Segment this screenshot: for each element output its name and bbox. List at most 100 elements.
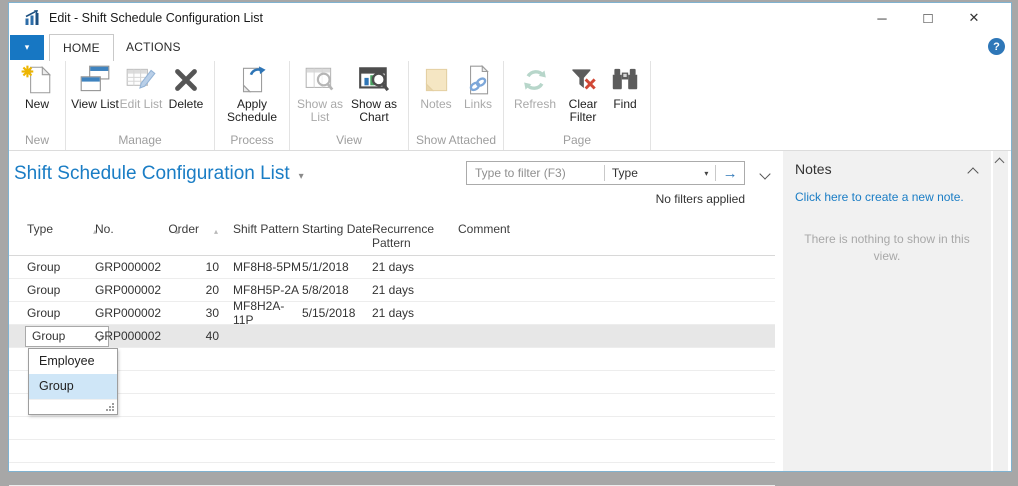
cell-recurrence: 21 days [372,283,415,297]
filter-status: No filters applied [655,192,745,206]
sort-ascending-icon: ▴ [175,227,180,236]
notes-sticky-icon [425,68,448,92]
notes-button: Notes [414,63,458,111]
new-document-icon [21,65,52,94]
scrollbar-up-arrow-icon[interactable] [994,157,1005,168]
view-list-button[interactable]: View List [71,63,119,111]
ribbon-group-show-attached: Notes Links Show Attached [409,61,504,150]
group-label-process: Process [230,133,274,147]
show-as-chart-icon [359,67,390,92]
group-label-manage: Manage [118,133,162,147]
page-content: Shift Schedule Configuration List ▾ Type… [9,151,1011,486]
dropdown-option-group[interactable]: Group [29,374,117,399]
notes-pane-title: Notes [795,161,832,177]
table-row[interactable]: Group GRP000002 30 MF8H2A-11P 5/15/2018 … [9,299,775,327]
column-header-shift-pattern[interactable]: Shift Pattern [223,222,302,255]
cell-no: GRP000002 [95,329,162,343]
dropdown-option-employee[interactable]: Employee [29,349,117,374]
notes-empty-message: There is nothing to show in this view. [804,232,970,263]
filter-field-select[interactable]: Type ▾ [605,162,716,184]
cell-starting-date: 5/15/2018 [302,306,356,320]
app-chart-icon [25,10,39,25]
filter-box: Type ▾ → [466,161,745,185]
help-icon[interactable]: ? [988,38,1005,55]
cell-type: Group [27,283,61,297]
maximize-icon[interactable]: □ [905,3,951,33]
filter-go-arrow-icon[interactable]: → [716,162,744,184]
cell-type: Group [27,260,61,274]
cell-no: GRP000002 [95,306,162,320]
table-row-empty[interactable] [9,417,775,440]
cell-recurrence: 21 days [372,260,415,274]
notes-collapse-chevron-icon[interactable] [967,167,979,179]
ribbon: New New View List Edit List Delete Manag… [9,61,1011,151]
close-icon[interactable]: ✕ [951,3,997,33]
cell-type: Group [27,306,61,320]
ribbon-group-process: Apply Schedule Process [215,61,290,150]
page-title-caret-icon[interactable]: ▾ [299,171,304,182]
tab-home[interactable]: HOME [49,34,114,61]
table-row[interactable]: Group GRP000002 10 MF8H8-5PM 5/1/2018 21… [9,256,775,279]
table-row-empty[interactable] [9,394,775,417]
find-button[interactable]: Find [605,63,645,111]
table-row-empty[interactable] [9,371,775,394]
filter-field-caret-icon: ▾ [704,168,709,178]
ribbon-group-new: New New [9,61,66,150]
show-as-chart-button[interactable]: Show as Chart [345,63,403,124]
window-controls: ─ □ ✕ [859,3,997,33]
column-header-type[interactable]: Type [9,222,95,255]
column-header-comment[interactable]: Comment [458,222,775,255]
cell-order: 20 [205,283,219,297]
edit-list-button: Edit List [119,63,163,111]
clear-filter-funnel-icon [572,69,596,90]
column-header-no[interactable]: No. [95,222,167,255]
column-header-recurrence-pattern[interactable]: Recurrence Pattern [372,222,458,255]
cell-recurrence: 21 days [372,306,415,320]
group-label-view: View [336,133,362,147]
application-menu-button[interactable]: ▾ [10,35,44,60]
filter-input[interactable] [467,162,604,184]
apply-schedule-icon [242,66,266,93]
table-row-empty[interactable] [9,440,775,463]
view-list-icon [80,65,110,92]
sort-ascending-icon: ▴ [93,227,98,236]
cell-no: GRP000002 [95,283,162,297]
new-button[interactable]: New [14,63,60,111]
page-title-text: Shift Schedule Configuration List [14,163,290,184]
table-row-selected-editing[interactable]: Group GRP000002 40 [9,325,775,348]
apply-schedule-button[interactable]: Apply Schedule [220,63,284,124]
resize-grip-icon [106,403,114,411]
cell-no: GRP000002 [95,260,162,274]
ribbon-tab-row: ▾ HOME ACTIONS ? [9,33,1011,61]
column-header-starting-date[interactable]: Starting Date [302,222,372,255]
table-row-empty[interactable] [9,463,775,486]
window-title: Edit - Shift Schedule Configuration List [49,11,264,25]
cell-shift-pattern: MF8H2A-11P [233,299,285,327]
minimize-icon[interactable]: ─ [859,3,905,33]
delete-button[interactable]: Delete [163,63,209,111]
group-label-new: New [24,133,49,147]
clear-filter-button[interactable]: Clear Filter [561,63,605,124]
group-label-page: Page [562,133,592,147]
vertical-scrollbar[interactable] [993,151,1008,471]
ribbon-group-page: Refresh Clear Filter Find Page [504,61,651,150]
title-bar: Edit - Shift Schedule Configuration List… [9,3,1011,33]
filter-pane-expand-chevron-icon[interactable] [759,168,771,180]
type-dropdown-value: Group [32,329,66,343]
table-row[interactable]: Group GRP000002 20 MF8H5P-2A 5/8/2018 21… [9,279,775,302]
cell-type-editor: Group [9,325,109,347]
cell-order: 10 [205,260,219,274]
show-as-list-button: Show as List [295,63,345,124]
shift-schedule-table: Type No. Order Shift Pattern Starting Da… [9,217,775,486]
cell-starting-date: 5/8/2018 [302,283,349,297]
filter-field-value: Type [611,166,638,180]
cell-starting-date: 5/1/2018 [302,260,349,274]
links-chain-icon [469,64,489,95]
create-note-link[interactable]: Click here to create a new note. [795,190,964,204]
dropdown-resize-grip[interactable] [29,399,117,414]
tab-actions[interactable]: ACTIONS [113,34,194,60]
table-row-empty[interactable] [9,348,775,371]
cell-order: 30 [205,306,219,320]
refresh-icon [524,70,546,90]
sort-ascending-icon: ▴ [214,227,219,236]
